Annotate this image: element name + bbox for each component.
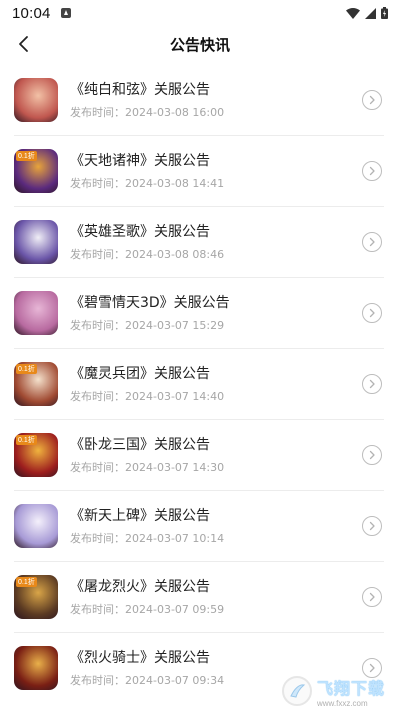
watermark-url: www.fxxz.com: [317, 698, 368, 708]
watermark-logo: [282, 676, 312, 706]
discount-badge: 0.1折: [16, 576, 37, 587]
game-thumb-molingbingtuan: 0.1折: [14, 361, 58, 406]
announcement-time: 发布时间：2024-03-07 15:29: [70, 318, 225, 332]
chevron-right-icon[interactable]: [362, 89, 382, 110]
discount-badge: 0.1折: [16, 150, 37, 161]
announcement-title: 《新天上碑》关服公告: [70, 507, 210, 524]
announcement-time: 发布时间：2024-03-08 08:46: [70, 247, 225, 261]
announcement-time: 发布时间：2024-03-08 16:00: [70, 105, 225, 119]
chevron-right-icon[interactable]: [362, 373, 382, 394]
wifi-icon: [346, 7, 360, 19]
chevron-right-icon[interactable]: [362, 444, 382, 465]
chevron-left-icon: [19, 36, 28, 52]
announcement-item[interactable]: 0.1折 《卧龙三国》关服公告发布时间：2024-03-07 14:30: [0, 419, 400, 490]
discount-badge: 0.1折: [16, 363, 37, 374]
page-title: 公告快讯: [169, 35, 230, 54]
back-button[interactable]: [8, 28, 38, 60]
status-icons: [346, 7, 388, 19]
announcement-time: 发布时间：2024-03-07 09:59: [70, 602, 225, 616]
status-time: 10:04: [12, 4, 51, 22]
announcement-item[interactable]: 《英雄圣歌》关服公告发布时间：2024-03-08 08:46: [0, 206, 400, 277]
announcement-item[interactable]: 《纯白和弦》关服公告发布时间：2024-03-08 16:00: [0, 64, 400, 135]
game-thumb-xintianshangbei: [14, 503, 58, 548]
announcement-title: 《英雄圣歌》关服公告: [70, 223, 210, 240]
watermark: 飞翔下载 www.fxxz.com: [282, 673, 394, 709]
game-thumb-chunbaihexian: [14, 77, 58, 122]
announcement-time: 发布时间：2024-03-07 14:40: [70, 389, 225, 403]
chevron-right-icon[interactable]: [362, 302, 382, 323]
announcement-time: 发布时间：2024-03-07 10:14: [70, 531, 225, 545]
announcement-time: 发布时间：2024-03-07 14:30: [70, 460, 225, 474]
game-thumb-tiandizhushen: 0.1折: [14, 148, 58, 193]
announcement-title: 《烈火骑士》关服公告: [70, 649, 210, 666]
announcement-list: 《纯白和弦》关服公告发布时间：2024-03-08 16:00 0.1折 《天地诸神…: [0, 64, 400, 703]
announcement-item[interactable]: 0.1折 《屠龙烈火》关服公告发布时间：2024-03-07 09:59: [0, 561, 400, 632]
chevron-right-icon[interactable]: [362, 586, 382, 607]
game-thumb-tulonglie: 0.1折: [14, 574, 58, 619]
announcement-title: 《魔灵兵团》关服公告: [70, 365, 210, 382]
game-thumb-bixueqingtian: [14, 290, 58, 335]
chevron-right-icon[interactable]: [362, 231, 382, 252]
discount-badge: 0.1折: [16, 434, 37, 445]
announcement-title: 《天地诸神》关服公告: [70, 152, 210, 169]
nav-bar: 公告快讯: [0, 26, 400, 62]
announcement-item[interactable]: 《新天上碑》关服公告发布时间：2024-03-07 10:14: [0, 490, 400, 561]
chevron-right-icon[interactable]: [362, 160, 382, 181]
status-bar: 10:04: [0, 0, 400, 26]
announcement-title: 《卧龙三国》关服公告: [70, 436, 210, 453]
announcement-title: 《纯白和弦》关服公告: [70, 81, 210, 98]
announcement-item[interactable]: 0.1折 《魔灵兵团》关服公告发布时间：2024-03-07 14:40: [0, 348, 400, 419]
watermark-text: 飞翔下载: [317, 678, 386, 698]
announcement-time: 发布时间：2024-03-08 14:41: [70, 176, 225, 190]
chevron-right-icon[interactable]: [362, 515, 382, 536]
game-thumb-wolongsanguo: 0.1折: [14, 432, 58, 477]
announcement-item[interactable]: 0.1折 《天地诸神》关服公告发布时间：2024-03-08 14:41: [0, 135, 400, 206]
notification-icon: [60, 8, 71, 18]
announcement-title: 《屠龙烈火》关服公告: [70, 578, 210, 595]
game-thumb-liehuoqishi: [14, 645, 58, 690]
battery-icon: [381, 7, 388, 19]
signal-icon: [365, 7, 376, 19]
announcement-item[interactable]: 《碧雪情天3D》关服公告 发布时间：2024-03-07 15:29: [0, 277, 400, 348]
game-thumb-yingxiongshengge: [14, 219, 58, 264]
announcement-title: 《碧雪情天3D》关服公告: [70, 294, 230, 311]
